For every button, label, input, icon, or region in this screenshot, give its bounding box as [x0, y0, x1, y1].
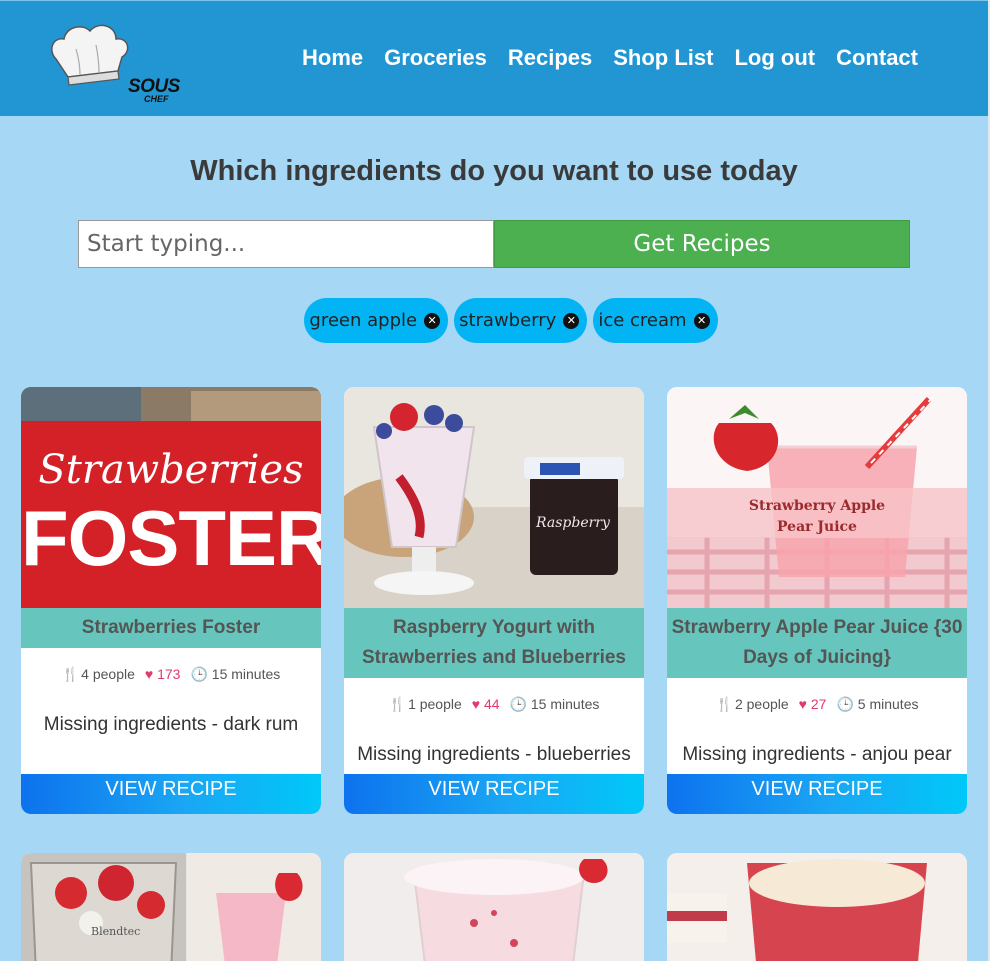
recipe-image[interactable]: Strawberries FOSTER — [21, 387, 321, 608]
chip-label: strawberry — [459, 310, 557, 331]
image-caption: Strawberry Apple Pear Juice — [667, 496, 967, 538]
recipe-title[interactable]: Raspberry Yogurt with Strawberries and B… — [344, 608, 644, 678]
view-recipe-button[interactable]: VIEW RECIPE — [667, 774, 967, 814]
clock-icon: 🕒 — [190, 665, 208, 682]
likes-count: 27 — [810, 696, 827, 712]
missing-ingredients: Missing ingredients - anjou pear — [682, 744, 952, 765]
image-caption: Raspberry — [536, 515, 610, 531]
clock-icon: 🕒 — [836, 695, 854, 712]
get-recipes-button[interactable]: Get Recipes — [494, 220, 910, 268]
servings: 🍴 1 people — [389, 696, 462, 713]
likes: ♥ 44 — [472, 696, 500, 712]
nav-home[interactable]: Home — [302, 45, 363, 71]
fork-knife-icon: 🍴 — [388, 695, 407, 712]
fork-knife-icon: 🍴 — [715, 695, 733, 712]
image-caption-line: Strawberry Apple — [748, 498, 886, 514]
chef-hat-icon — [51, 24, 129, 86]
heart-icon: ♥ — [144, 666, 154, 682]
recipe-card-partial: Blendtec — [21, 853, 321, 961]
logo[interactable]: SOUS CHEF — [46, 19, 180, 104]
servings: 🍴 4 people — [62, 666, 135, 683]
nav-log-out[interactable]: Log out — [734, 45, 815, 71]
heart-icon: ♥ — [471, 696, 481, 712]
recipe-meta: 🍴 2 people ♥ 27 🕒 5 minutes — [667, 694, 967, 714]
servings-label: 2 people — [734, 695, 789, 712]
brand-text: SOUS CHEF — [128, 77, 180, 104]
recipe-card: Strawberry Apple Pear Juice Strawberry A… — [667, 387, 967, 814]
likes-count: 173 — [157, 666, 181, 682]
time: 🕒 15 minutes — [190, 666, 280, 683]
page-heading: Which ingredients do you want to use tod… — [190, 155, 798, 187]
recipe-image[interactable]: Strawberry Apple Pear Juice — [667, 387, 967, 608]
ingredient-chips: green apple ✕ strawberry ✕ ice cream ✕ — [0, 298, 990, 343]
chip-strawberry[interactable]: strawberry ✕ — [454, 298, 588, 343]
time-label: 15 minutes — [211, 665, 281, 682]
time-label: 15 minutes — [530, 695, 600, 712]
navbar: SOUS CHEF Home Groceries Recipes Shop Li… — [0, 0, 988, 116]
recipe-title[interactable]: Strawberries Foster — [21, 608, 321, 648]
recipe-image[interactable] — [667, 853, 967, 961]
nav-links: Home Groceries Recipes Shop List Log out… — [281, 45, 918, 71]
likes: ♥ 173 — [145, 666, 181, 682]
likes: ♥ 27 — [799, 696, 827, 712]
view-recipe-button[interactable]: VIEW RECIPE — [21, 774, 321, 814]
time: 🕒 5 minutes — [836, 696, 918, 713]
nav-shop-list[interactable]: Shop List — [613, 45, 713, 71]
likes-count: 44 — [483, 696, 500, 712]
time-label: 5 minutes — [857, 695, 919, 712]
servings: 🍴 2 people — [716, 696, 789, 713]
recipe-card-partial — [667, 853, 967, 961]
remove-chip-icon[interactable]: ✕ — [693, 312, 710, 329]
chip-label: green apple — [309, 310, 418, 331]
recipe-meta: 🍴 4 people ♥ 173 🕒 15 minutes — [21, 664, 321, 684]
nav-recipes[interactable]: Recipes — [508, 45, 592, 71]
recipe-image[interactable] — [21, 853, 321, 961]
missing-ingredients: Missing ingredients - blueberries — [357, 744, 631, 765]
recipe-meta: 🍴 1 people ♥ 44 🕒 15 minutes — [344, 694, 644, 714]
image-caption: FOSTER — [21, 494, 321, 582]
servings-label: 1 people — [408, 695, 462, 712]
heart-icon: ♥ — [798, 696, 807, 712]
fork-knife-icon: 🍴 — [61, 665, 80, 682]
nav-groceries[interactable]: Groceries — [384, 45, 487, 71]
remove-chip-icon[interactable]: ✕ — [563, 312, 580, 329]
ingredient-search-input[interactable] — [78, 220, 494, 268]
recipe-card-partial — [344, 853, 644, 961]
view-recipe-button[interactable]: VIEW RECIPE — [344, 774, 644, 814]
recipe-title[interactable]: Strawberry Apple Pear Juice {30 Days of … — [667, 608, 967, 678]
chip-ice-cream[interactable]: ice cream ✕ — [593, 298, 718, 343]
missing-ingredients: Missing ingredients - dark rum — [43, 714, 299, 735]
recipe-card: Raspberry Raspberry Yogurt with Strawber… — [344, 387, 644, 814]
recipe-card: Strawberries FOSTER Strawberries Foster … — [21, 387, 321, 814]
remove-chip-icon[interactable]: ✕ — [424, 312, 441, 329]
time: 🕒 15 minutes — [510, 696, 600, 713]
chip-green-apple[interactable]: green apple ✕ — [304, 298, 449, 343]
clock-icon: 🕒 — [509, 695, 527, 712]
recipe-image[interactable]: Raspberry — [344, 387, 644, 608]
image-caption-line: Pear Juice — [777, 519, 857, 535]
image-caption: Strawberries — [38, 447, 304, 493]
blender-label: Blendtec — [91, 925, 141, 938]
recipe-image[interactable] — [344, 853, 644, 961]
nav-contact[interactable]: Contact — [836, 45, 918, 71]
servings-label: 4 people — [81, 665, 135, 682]
chip-label: ice cream — [598, 310, 687, 331]
